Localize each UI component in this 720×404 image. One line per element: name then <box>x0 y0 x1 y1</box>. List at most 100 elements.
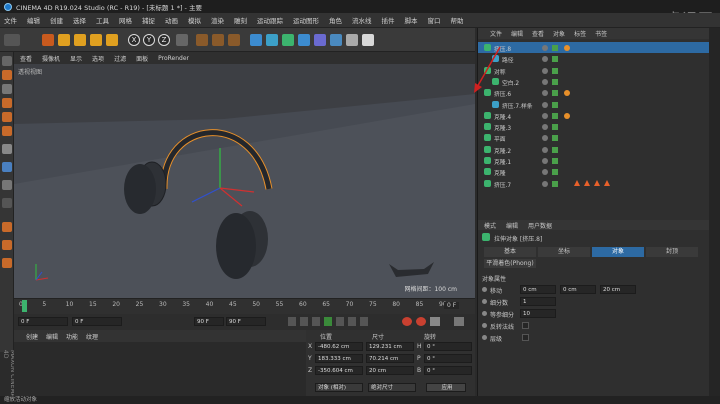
tag-icon[interactable] <box>564 45 570 51</box>
tag-icon[interactable] <box>564 169 570 175</box>
visibility-icon[interactable] <box>542 90 548 97</box>
object-row[interactable]: 对称 <box>478 65 710 76</box>
menu-window[interactable]: 窗口 <box>428 15 441 25</box>
viewport-menu-camera[interactable]: 摄像机 <box>42 54 60 63</box>
visibility-icon[interactable] <box>542 78 548 85</box>
enabled-check-icon[interactable] <box>552 56 558 63</box>
scale-icon[interactable] <box>74 34 86 46</box>
deformer-icon[interactable] <box>314 34 326 46</box>
menu-mesh[interactable]: 网格 <box>119 15 132 25</box>
material-menu-function[interactable]: 功能 <box>66 332 78 341</box>
tag-icon[interactable] <box>564 181 570 187</box>
lock-icon[interactable] <box>2 198 12 208</box>
visibility-icon[interactable] <box>542 135 548 142</box>
transform-icon[interactable] <box>106 34 118 46</box>
menu-plugins[interactable]: 插件 <box>382 15 395 25</box>
size-mode-select[interactable]: 绝对尺寸 <box>368 383 416 392</box>
enabled-check-icon[interactable] <box>552 169 558 176</box>
rotate-icon[interactable] <box>90 34 102 46</box>
visibility-icon[interactable] <box>542 45 548 51</box>
visibility-icon[interactable] <box>542 101 548 108</box>
visibility-icon[interactable] <box>542 124 548 131</box>
keyframe-selection-icon[interactable] <box>430 317 440 326</box>
x-axis-lock-icon[interactable]: X <box>128 34 140 46</box>
current-frame-field[interactable]: 0 F <box>18 317 68 326</box>
end-frame-field[interactable]: 90 F <box>194 317 224 326</box>
record-icon[interactable] <box>402 317 412 326</box>
viewport-menu-panel[interactable]: 面板 <box>136 54 148 63</box>
object-row[interactable]: 空白.2 <box>478 76 710 87</box>
coord-mode-select[interactable]: 对象 (相对) <box>315 383 363 392</box>
material-tag-icon[interactable] <box>574 179 580 186</box>
visibility-icon[interactable] <box>542 67 548 74</box>
tag-icon[interactable] <box>564 112 570 119</box>
material-manager-area[interactable] <box>14 342 306 396</box>
cube-icon[interactable] <box>250 34 262 46</box>
field-move-x[interactable]: 0 cm <box>520 285 556 294</box>
menu-tools[interactable]: 工具 <box>96 15 109 25</box>
pen-icon[interactable] <box>266 34 278 46</box>
viewport-nav-icons[interactable] <box>441 66 471 73</box>
tab-object[interactable]: 对象 <box>592 247 644 257</box>
move-icon[interactable] <box>58 34 70 46</box>
autokey-icon[interactable] <box>416 317 426 326</box>
right-tab-strip[interactable] <box>709 28 720 404</box>
knife-icon[interactable] <box>2 258 12 268</box>
rotation-p-field[interactable]: 0 ° <box>424 354 472 363</box>
field-subdivision-value[interactable]: 1 <box>520 297 556 306</box>
tag-icon[interactable] <box>564 68 570 74</box>
visibility-icon[interactable] <box>542 56 548 63</box>
undo-icon[interactable] <box>4 34 20 46</box>
subdivision-icon[interactable] <box>282 34 294 46</box>
next-key-icon[interactable] <box>348 317 356 326</box>
cloner-icon[interactable] <box>298 34 310 46</box>
next-frame-icon[interactable] <box>336 317 344 326</box>
object-menu-bookmark[interactable]: 书签 <box>595 29 607 38</box>
tag-icon[interactable] <box>564 124 570 130</box>
menu-edit[interactable]: 编辑 <box>27 15 40 25</box>
object-menu-view[interactable]: 查看 <box>532 29 544 38</box>
size-x-field[interactable]: 129.231 cm <box>366 342 414 351</box>
object-row[interactable]: 克隆.2 <box>478 144 710 155</box>
attr-menu-mode[interactable]: 模式 <box>484 221 496 230</box>
viewport-menu-prorender[interactable]: ProRender <box>158 55 189 62</box>
object-row[interactable]: 克隆.4 <box>478 110 710 121</box>
enabled-check-icon[interactable] <box>552 146 558 153</box>
texture-mode-icon[interactable] <box>2 84 12 94</box>
object-row[interactable]: 挤压.6 <box>478 87 710 98</box>
edges-mode-icon[interactable] <box>2 112 12 122</box>
viewport-menu-options[interactable]: 选项 <box>92 54 104 63</box>
magnet-icon[interactable] <box>2 240 12 250</box>
menu-mograph[interactable]: 运动图形 <box>293 15 319 25</box>
material-menu-edit[interactable]: 编辑 <box>46 332 58 341</box>
prev-key-icon[interactable] <box>300 317 308 326</box>
object-menu-file[interactable]: 文件 <box>490 29 502 38</box>
tab-coordinates[interactable]: 坐标 <box>538 247 590 257</box>
enabled-check-icon[interactable] <box>552 67 558 74</box>
visibility-icon[interactable] <box>542 158 548 164</box>
select-icon[interactable] <box>42 34 54 46</box>
rotation-h-field[interactable]: 0 ° <box>424 342 472 351</box>
menu-select[interactable]: 选择 <box>73 15 86 25</box>
visibility-icon[interactable] <box>542 112 548 119</box>
enabled-check-icon[interactable] <box>552 158 558 164</box>
camera-icon[interactable] <box>346 34 358 46</box>
field-move-z[interactable]: 20 cm <box>600 285 636 294</box>
material-tag-icon[interactable] <box>594 179 600 186</box>
make-editable-icon[interactable] <box>2 56 12 66</box>
object-row[interactable]: 挤压.7 <box>478 178 710 189</box>
menu-render[interactable]: 渲染 <box>211 15 224 25</box>
brush-icon[interactable] <box>2 222 12 232</box>
menu-create[interactable]: 创建 <box>50 15 63 25</box>
enabled-check-icon[interactable] <box>552 101 558 108</box>
polygons-mode-icon[interactable] <box>2 126 12 136</box>
object-row[interactable]: 路径 <box>478 53 710 64</box>
field-isoparm-value[interactable]: 10 <box>520 309 556 318</box>
object-menu-object[interactable]: 对象 <box>553 29 565 38</box>
tab-caps[interactable]: 封顶 <box>646 247 698 257</box>
position-y-field[interactable]: 183.333 cm <box>315 354 363 363</box>
menu-character[interactable]: 角色 <box>329 15 342 25</box>
snap-icon[interactable] <box>2 180 12 190</box>
enabled-check-icon[interactable] <box>552 124 558 131</box>
coordinate-system-icon[interactable] <box>176 34 188 46</box>
